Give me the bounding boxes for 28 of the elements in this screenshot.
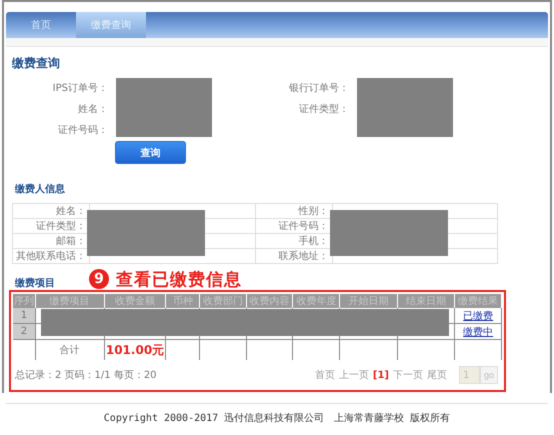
pager-link[interactable]: 下一页: [393, 368, 423, 382]
query-button[interactable]: 查询: [115, 141, 186, 164]
field-label: 姓名：: [12, 204, 90, 218]
pager-link[interactable]: 首页: [314, 368, 335, 382]
section-title: 缴费查询: [12, 55, 61, 72]
section-title: 缴费人信息: [15, 182, 66, 196]
total-label: 合计: [35, 340, 104, 360]
step-badge: 9: [89, 269, 109, 289]
status-link[interactable]: 缴费中: [463, 326, 494, 338]
field-label: IPS订单号：: [52, 83, 108, 95]
nav-tab[interactable]: 首页: [6, 12, 76, 38]
field-label: 证件号码：: [58, 125, 108, 137]
field-label: 银行订单号：: [289, 83, 349, 95]
record-summary: 总记录：2 页码：1/1 每页：20: [15, 368, 158, 382]
status-link[interactable]: 已缴费: [463, 310, 494, 322]
copyright-text: Copyright 2000-2017 迅付信息科技有限公司 上海常青藤学校 版权所有: [104, 413, 450, 424]
field-label: 姓名：: [78, 104, 108, 116]
nav-tab[interactable]: 缴费查询: [76, 12, 146, 38]
section-title: 缴费项目: [15, 276, 56, 290]
field-label: 证件类型：: [299, 104, 349, 116]
pager-link[interactable]: [1]: [372, 370, 389, 380]
pager-link[interactable]: 上一页: [338, 368, 369, 382]
row-number: 2: [13, 324, 36, 340]
go-button[interactable]: go: [480, 366, 498, 384]
pager-link[interactable]: 尾页: [427, 368, 447, 382]
row-number: 1: [13, 308, 36, 324]
annotation-text: 查看已缴费信息: [116, 268, 242, 290]
total-amount: 101.00元: [104, 340, 166, 360]
